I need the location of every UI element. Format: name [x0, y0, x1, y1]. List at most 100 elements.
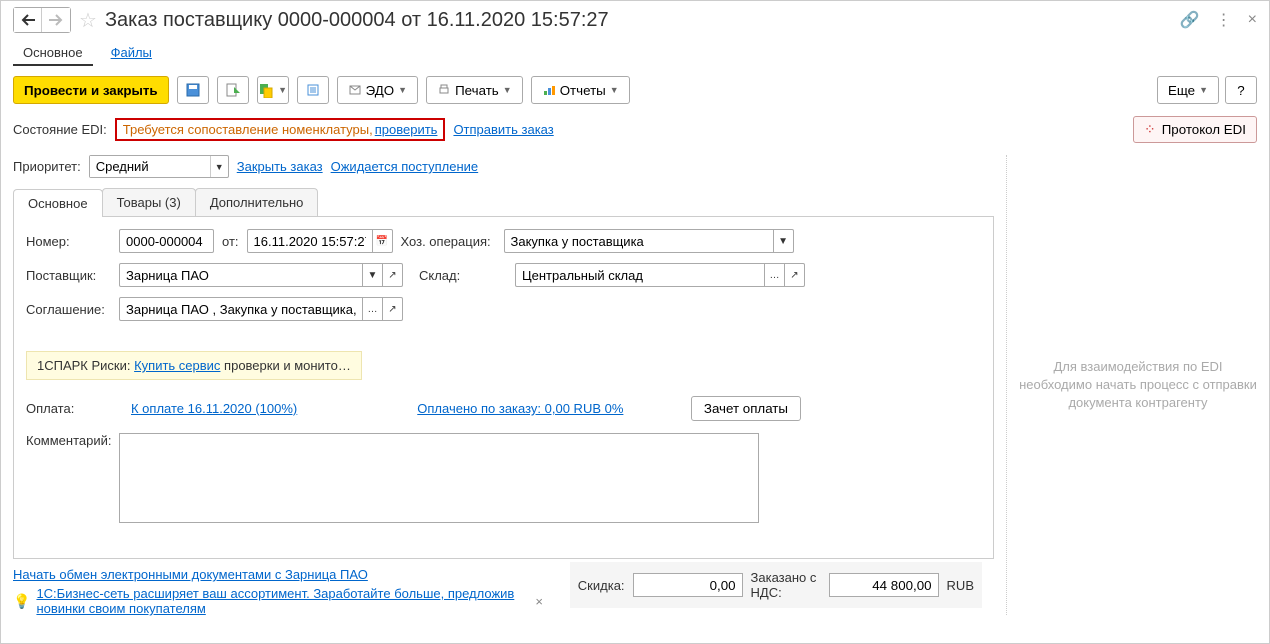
toolbar: Провести и закрыть ▼ ЭДО▼ Печать▼ Отчеты… — [13, 76, 1257, 104]
edo-label: ЭДО — [366, 83, 395, 98]
spark-suffix: проверки и монито… — [220, 358, 350, 373]
start-exchange-link[interactable]: Начать обмен электронными документами с … — [13, 567, 368, 582]
create-based-button[interactable]: ▼ — [257, 76, 289, 104]
comment-label: Комментарий: — [26, 433, 111, 523]
chevron-down-icon[interactable]: ▼ — [774, 229, 794, 253]
title-icons: 🔗 ⋮ × — [1180, 10, 1257, 30]
help-button[interactable]: ? — [1225, 76, 1257, 104]
more-label: Еще — [1168, 83, 1195, 98]
bottom-area: Начать обмен электронными документами с … — [13, 567, 994, 616]
spark-link[interactable]: Купить сервис — [134, 358, 220, 373]
ellipsis-icon[interactable]: … — [363, 297, 383, 321]
link-icon[interactable]: 🔗 — [1180, 10, 1200, 30]
save-button[interactable] — [177, 76, 209, 104]
send-order-link[interactable]: Отправить заказ — [453, 122, 553, 137]
chevron-down-icon[interactable]: ▼ — [210, 156, 228, 177]
open-icon[interactable]: ↗ — [383, 297, 403, 321]
print-label: Печать — [455, 83, 499, 98]
warehouse-input[interactable] — [515, 263, 765, 287]
protocol-icon: ⁘ — [1144, 121, 1156, 138]
edi-info-message: Для взаимодействия по EDI необходимо нач… — [1019, 358, 1257, 413]
number-label: Номер: — [26, 234, 111, 249]
post-button[interactable] — [217, 76, 249, 104]
op-label: Хоз. операция: — [401, 234, 496, 249]
ellipsis-icon[interactable]: … — [765, 263, 785, 287]
paid-link[interactable]: Оплачено по заказу: 0,00 RUB 0% — [417, 401, 623, 416]
priority-label: Приоритет: — [13, 159, 81, 174]
nav-buttons — [13, 7, 71, 33]
comment-textarea[interactable] — [119, 433, 759, 523]
window: ☆ Заказ поставщику 0000-000004 от 16.11.… — [0, 0, 1270, 644]
star-icon[interactable]: ☆ — [79, 8, 97, 33]
tab-main[interactable]: Основное — [13, 41, 93, 66]
warehouse-group: … ↗ — [515, 263, 805, 287]
edi-status-box: Требуется сопоставление номенклатуры, пр… — [115, 118, 446, 141]
from-label: от: — [222, 234, 239, 249]
close-icon[interactable]: × — [1248, 11, 1257, 29]
ordered-input[interactable] — [829, 573, 939, 597]
bulb-icon: 💡 — [13, 593, 30, 610]
form-panel: Номер: от: 📅 Хоз. операция: ▼ Поставщик: — [13, 217, 994, 559]
menu-icon[interactable]: ⋮ — [1216, 10, 1232, 30]
spark-box: 1СПАРК Риски: Купить сервис проверки и м… — [26, 351, 362, 380]
date-input[interactable] — [247, 229, 373, 253]
payment-row: Оплата: К оплате 16.11.2020 (100%) Оплач… — [26, 396, 981, 421]
comment-area: Комментарий: — [26, 433, 981, 523]
reports-label: Отчеты — [560, 83, 606, 98]
tab-files[interactable]: Файлы — [101, 41, 162, 66]
number-input[interactable] — [119, 229, 214, 253]
open-icon[interactable]: ↗ — [383, 263, 403, 287]
tip-link[interactable]: 1С:Бизнес-сеть расширяет ваш ассортимент… — [36, 586, 525, 616]
supplier-group: ▼ ↗ — [119, 263, 403, 287]
forward-button[interactable] — [42, 8, 70, 32]
top-tabs: Основное Файлы — [13, 41, 1257, 66]
post-and-close-button[interactable]: Провести и закрыть — [13, 76, 169, 104]
offset-payment-button[interactable]: Зачет оплаты — [691, 396, 801, 421]
main-area: Приоритет: ▼ Закрыть заказ Ожидается пос… — [13, 155, 1257, 615]
discount-input[interactable] — [633, 573, 743, 597]
op-input[interactable] — [504, 229, 774, 253]
page-title: Заказ поставщику 0000-000004 от 16.11.20… — [105, 9, 1172, 32]
priority-row: Приоритет: ▼ Закрыть заказ Ожидается пос… — [13, 155, 994, 178]
inner-tabs: Основное Товары (3) Дополнительно — [13, 188, 994, 217]
supplier-input[interactable] — [119, 263, 363, 287]
date-group: 📅 — [247, 229, 393, 253]
inner-tab-goods[interactable]: Товары (3) — [102, 188, 196, 216]
agreement-group: … ↗ — [119, 297, 403, 321]
titlebar: ☆ Заказ поставщику 0000-000004 от 16.11.… — [13, 7, 1257, 33]
priority-select[interactable]: ▼ — [89, 155, 229, 178]
agreement-input[interactable] — [119, 297, 363, 321]
inner-tab-main[interactable]: Основное — [13, 189, 103, 217]
left-panel: Приоритет: ▼ Закрыть заказ Ожидается пос… — [13, 155, 1007, 615]
edo-button[interactable]: ЭДО▼ — [337, 76, 418, 104]
more-button[interactable]: Еще▼ — [1157, 76, 1219, 104]
list-button[interactable] — [297, 76, 329, 104]
agreement-label: Соглашение: — [26, 302, 111, 317]
op-group: ▼ — [504, 229, 794, 253]
close-order-link[interactable]: Закрыть заказ — [237, 159, 323, 174]
print-button[interactable]: Печать▼ — [426, 76, 523, 104]
totals: Скидка: Заказано с НДС: RUB — [570, 562, 982, 608]
edi-status-label: Состояние EDI: — [13, 122, 107, 137]
calendar-icon[interactable]: 📅 — [373, 229, 393, 253]
expected-link[interactable]: Ожидается поступление — [331, 159, 479, 174]
tip-close-icon[interactable]: × — [535, 594, 543, 609]
inner-tab-extra[interactable]: Дополнительно — [195, 188, 319, 216]
edi-warning: Требуется сопоставление номенклатуры, — [123, 122, 373, 137]
right-panel: Для взаимодействия по EDI необходимо нач… — [1007, 155, 1257, 615]
payment-label: Оплата: — [26, 401, 111, 416]
check-link[interactable]: проверить — [375, 122, 438, 137]
back-button[interactable] — [14, 8, 42, 32]
currency-label: RUB — [947, 578, 974, 593]
supplier-label: Поставщик: — [26, 268, 111, 283]
status-row: Состояние EDI: Требуется сопоставление н… — [13, 116, 1257, 143]
priority-input[interactable] — [90, 156, 210, 177]
reports-button[interactable]: Отчеты▼ — [531, 76, 630, 104]
to-pay-link[interactable]: К оплате 16.11.2020 (100%) — [131, 401, 297, 416]
chevron-down-icon[interactable]: ▼ — [363, 263, 383, 287]
protocol-label: Протокол EDI — [1162, 122, 1246, 137]
open-icon[interactable]: ↗ — [785, 263, 805, 287]
discount-label: Скидка: — [578, 578, 625, 593]
protocol-edi-button[interactable]: ⁘ Протокол EDI — [1133, 116, 1257, 143]
ordered-label: Заказано с НДС: — [751, 570, 821, 600]
